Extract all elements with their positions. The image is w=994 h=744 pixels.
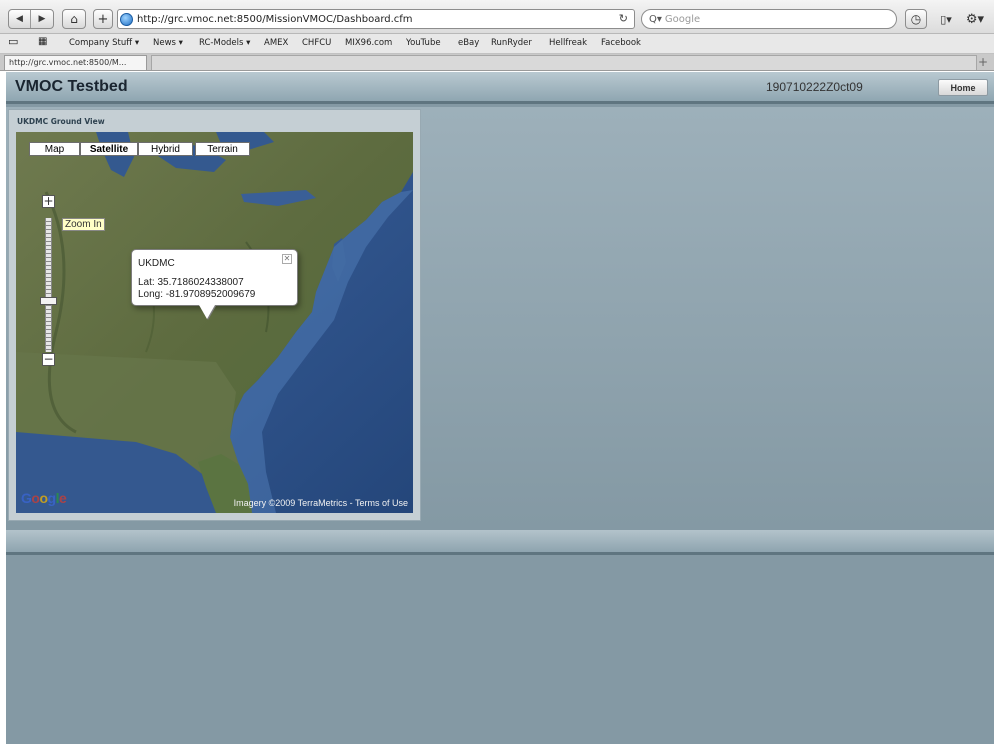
bookmark-youtube[interactable]: YouTube	[406, 38, 441, 48]
info-window-pointer	[199, 305, 215, 319]
top-sites-grid-icon[interactable]: ▦	[38, 36, 47, 47]
zoom-out-icon[interactable]: −	[42, 353, 55, 366]
bookmark-mix96[interactable]: MIX96.com	[345, 38, 392, 48]
satellite-map[interactable]: Map Satellite Hybrid Terrain + − Zoom In…	[16, 132, 413, 513]
footer-bar	[6, 530, 994, 555]
bookmark-company-stuff[interactable]: Company Stuff ▾	[69, 38, 139, 48]
info-latitude: Lat: 35.7186024338007	[138, 277, 244, 288]
tab-strip-empty	[151, 55, 977, 70]
globe-icon	[120, 12, 133, 26]
google-logo[interactable]: Google	[21, 490, 67, 506]
home-browser-icon[interactable]: ⌂	[62, 9, 86, 29]
back-icon[interactable]: ◀	[9, 10, 31, 28]
browser-toolbar: ◀ ▶ ⌂ + http://grc.vmoc.net:8500/Mission…	[0, 0, 994, 34]
map-type-terrain[interactable]: Terrain	[195, 142, 250, 156]
app-header: VMOC Testbed 190710222Z0ct09 Home	[6, 72, 994, 104]
search-input[interactable]: Q▾ Google	[641, 9, 897, 29]
bookmarks-bar: ▭ ▦ Company Stuff ▾ News ▾ RC-Models ▾ A…	[0, 34, 994, 54]
app-title: VMOC Testbed	[15, 78, 128, 95]
info-title: UKDMC	[138, 258, 175, 269]
map-type-hybrid[interactable]: Hybrid	[138, 142, 193, 156]
zoom-slider-track[interactable]	[45, 218, 52, 352]
satellite-imagery	[16, 132, 413, 513]
bookmark-hellfreak[interactable]: Hellfreak	[549, 38, 587, 48]
tab-bar: http://grc.vmoc.net:8500/M... +	[0, 54, 994, 71]
history-clock-icon[interactable]: ◷	[905, 9, 927, 29]
home-button[interactable]: Home	[938, 79, 988, 96]
map-attribution[interactable]: Imagery ©2009 TerraMetrics - Terms of Us…	[234, 498, 408, 508]
search-icon: Q▾	[649, 13, 662, 25]
date-time-group: 190710222Z0ct09	[766, 80, 863, 94]
map-type-satellite[interactable]: Satellite	[80, 142, 138, 156]
close-icon[interactable]: ✕	[282, 254, 292, 264]
add-bookmark-icon[interactable]: +	[93, 9, 113, 29]
bookmark-amex[interactable]: AMEX	[264, 38, 288, 48]
reading-list-icon[interactable]: ▭	[8, 35, 18, 48]
url-text: http://grc.vmoc.net:8500/MissionVMOC/Das…	[137, 13, 413, 25]
settings-gear-icon[interactable]: ⚙▾	[962, 9, 988, 29]
zoom-tooltip: Zoom In	[62, 218, 105, 231]
new-tab-icon[interactable]: +	[978, 55, 988, 69]
search-placeholder: Google	[664, 13, 701, 25]
bookmark-chfcu[interactable]: CHFCU	[302, 38, 331, 48]
panel-title: UKDMC Ground View	[17, 117, 105, 126]
page-menu-icon[interactable]: ▯▾	[934, 9, 958, 29]
address-bar[interactable]: http://grc.vmoc.net:8500/MissionVMOC/Das…	[117, 9, 635, 29]
forward-icon[interactable]: ▶	[31, 10, 53, 28]
web-page: VMOC Testbed 190710222Z0ct09 Home UKDMC …	[6, 72, 994, 744]
bookmark-news[interactable]: News ▾	[153, 38, 183, 48]
bookmark-runryder[interactable]: RunRyder	[491, 38, 532, 48]
zoom-slider-thumb[interactable]	[40, 297, 57, 306]
bookmark-facebook[interactable]: Facebook	[601, 38, 641, 48]
back-forward-buttons: ◀ ▶	[8, 9, 54, 29]
ground-view-panel: UKDMC Ground View Map Satellite Hybrid T…	[8, 109, 421, 521]
info-longitude: Long: -81.9708952009679	[138, 289, 256, 300]
tab-dashboard[interactable]: http://grc.vmoc.net:8500/M...	[4, 55, 147, 70]
bookmark-ebay[interactable]: eBay	[458, 38, 479, 48]
dashboard-content: UKDMC Ground View Map Satellite Hybrid T…	[6, 107, 994, 528]
bookmark-rc-models[interactable]: RC-Models ▾	[199, 38, 250, 48]
map-type-map[interactable]: Map	[29, 142, 80, 156]
reload-icon[interactable]: ↻	[619, 12, 628, 25]
marker-info-window: UKDMC Lat: 35.7186024338007 Long: -81.97…	[131, 249, 298, 306]
zoom-in-icon[interactable]: +	[42, 195, 55, 208]
